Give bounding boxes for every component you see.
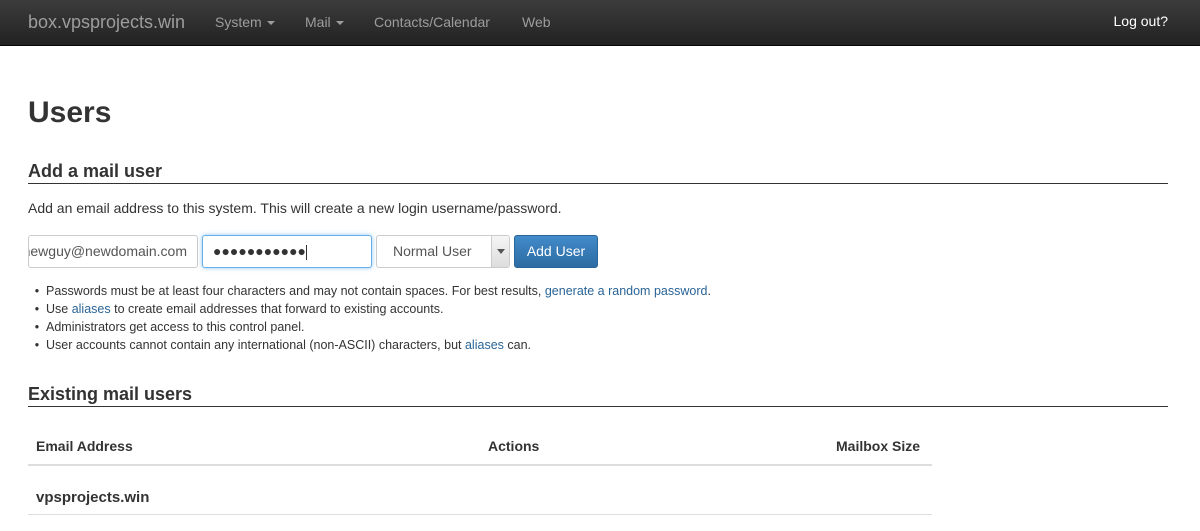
nav-web[interactable]: Web — [522, 14, 551, 30]
text-cursor — [306, 244, 308, 260]
email-field[interactable]: newguy@newdomain.com — [28, 235, 198, 268]
help-item-password: Passwords must be at least four characte… — [28, 282, 711, 300]
existing-users-heading: Existing mail users — [28, 384, 193, 404]
nav-system-menu[interactable]: System — [215, 14, 275, 30]
page-title: Users — [28, 96, 112, 129]
privilege-selected-value: Normal User — [393, 243, 472, 259]
help-text: Use — [46, 302, 72, 316]
domain-row: vpsprojects.win — [36, 489, 150, 506]
generate-password-link[interactable]: generate a random password — [545, 284, 708, 298]
help-text: Passwords must be at least four characte… — [46, 284, 545, 298]
help-item-non-ascii: User accounts cannot contain any interna… — [28, 336, 711, 354]
table-row-divider — [28, 514, 932, 515]
help-text: . — [707, 284, 711, 298]
aliases-link[interactable]: aliases — [465, 338, 504, 352]
help-item-aliases: Use aliases to create email addresses th… — [28, 300, 711, 318]
section-divider — [28, 406, 1168, 407]
privilege-select[interactable]: Normal User — [376, 235, 510, 268]
aliases-link[interactable]: aliases — [72, 302, 111, 316]
top-navbar: box.vpsprojects.win System Mail Contacts… — [0, 0, 1200, 46]
help-text: to create email addresses that forward t… — [110, 302, 444, 316]
help-item-admins: Administrators get access to this contro… — [28, 318, 711, 336]
table-header-divider — [28, 464, 932, 466]
section-divider — [28, 183, 1168, 184]
help-text: User accounts cannot contain any interna… — [46, 338, 465, 352]
help-text: can. — [503, 338, 532, 352]
chevron-down-icon — [266, 21, 275, 26]
add-user-button[interactable]: Add User — [514, 235, 598, 268]
chevron-down-icon — [335, 21, 344, 26]
nav-mail-menu[interactable]: Mail — [305, 14, 344, 30]
email-value: newguy@newdomain.com — [28, 243, 187, 259]
nav-system-label: System — [215, 14, 262, 30]
column-actions: Actions — [488, 438, 540, 454]
column-email-address: Email Address — [36, 438, 133, 454]
password-mask: ●●●●●●●●●●● — [213, 243, 307, 259]
nav-contacts-calendar[interactable]: Contacts/Calendar — [374, 14, 490, 30]
help-list: Passwords must be at least four characte… — [28, 282, 711, 354]
help-text: Administrators get access to this contro… — [46, 320, 305, 334]
password-field[interactable]: ●●●●●●●●●●● — [202, 235, 372, 268]
add-user-intro: Add an email address to this system. Thi… — [28, 200, 562, 216]
column-mailbox-size: Mailbox Size — [836, 438, 921, 454]
chevron-down-icon[interactable] — [491, 236, 509, 267]
brand-link[interactable]: box.vpsprojects.win — [28, 12, 185, 33]
add-user-heading: Add a mail user — [28, 161, 163, 181]
nav-mail-label: Mail — [305, 14, 331, 30]
logout-link[interactable]: Log out? — [1114, 13, 1169, 29]
